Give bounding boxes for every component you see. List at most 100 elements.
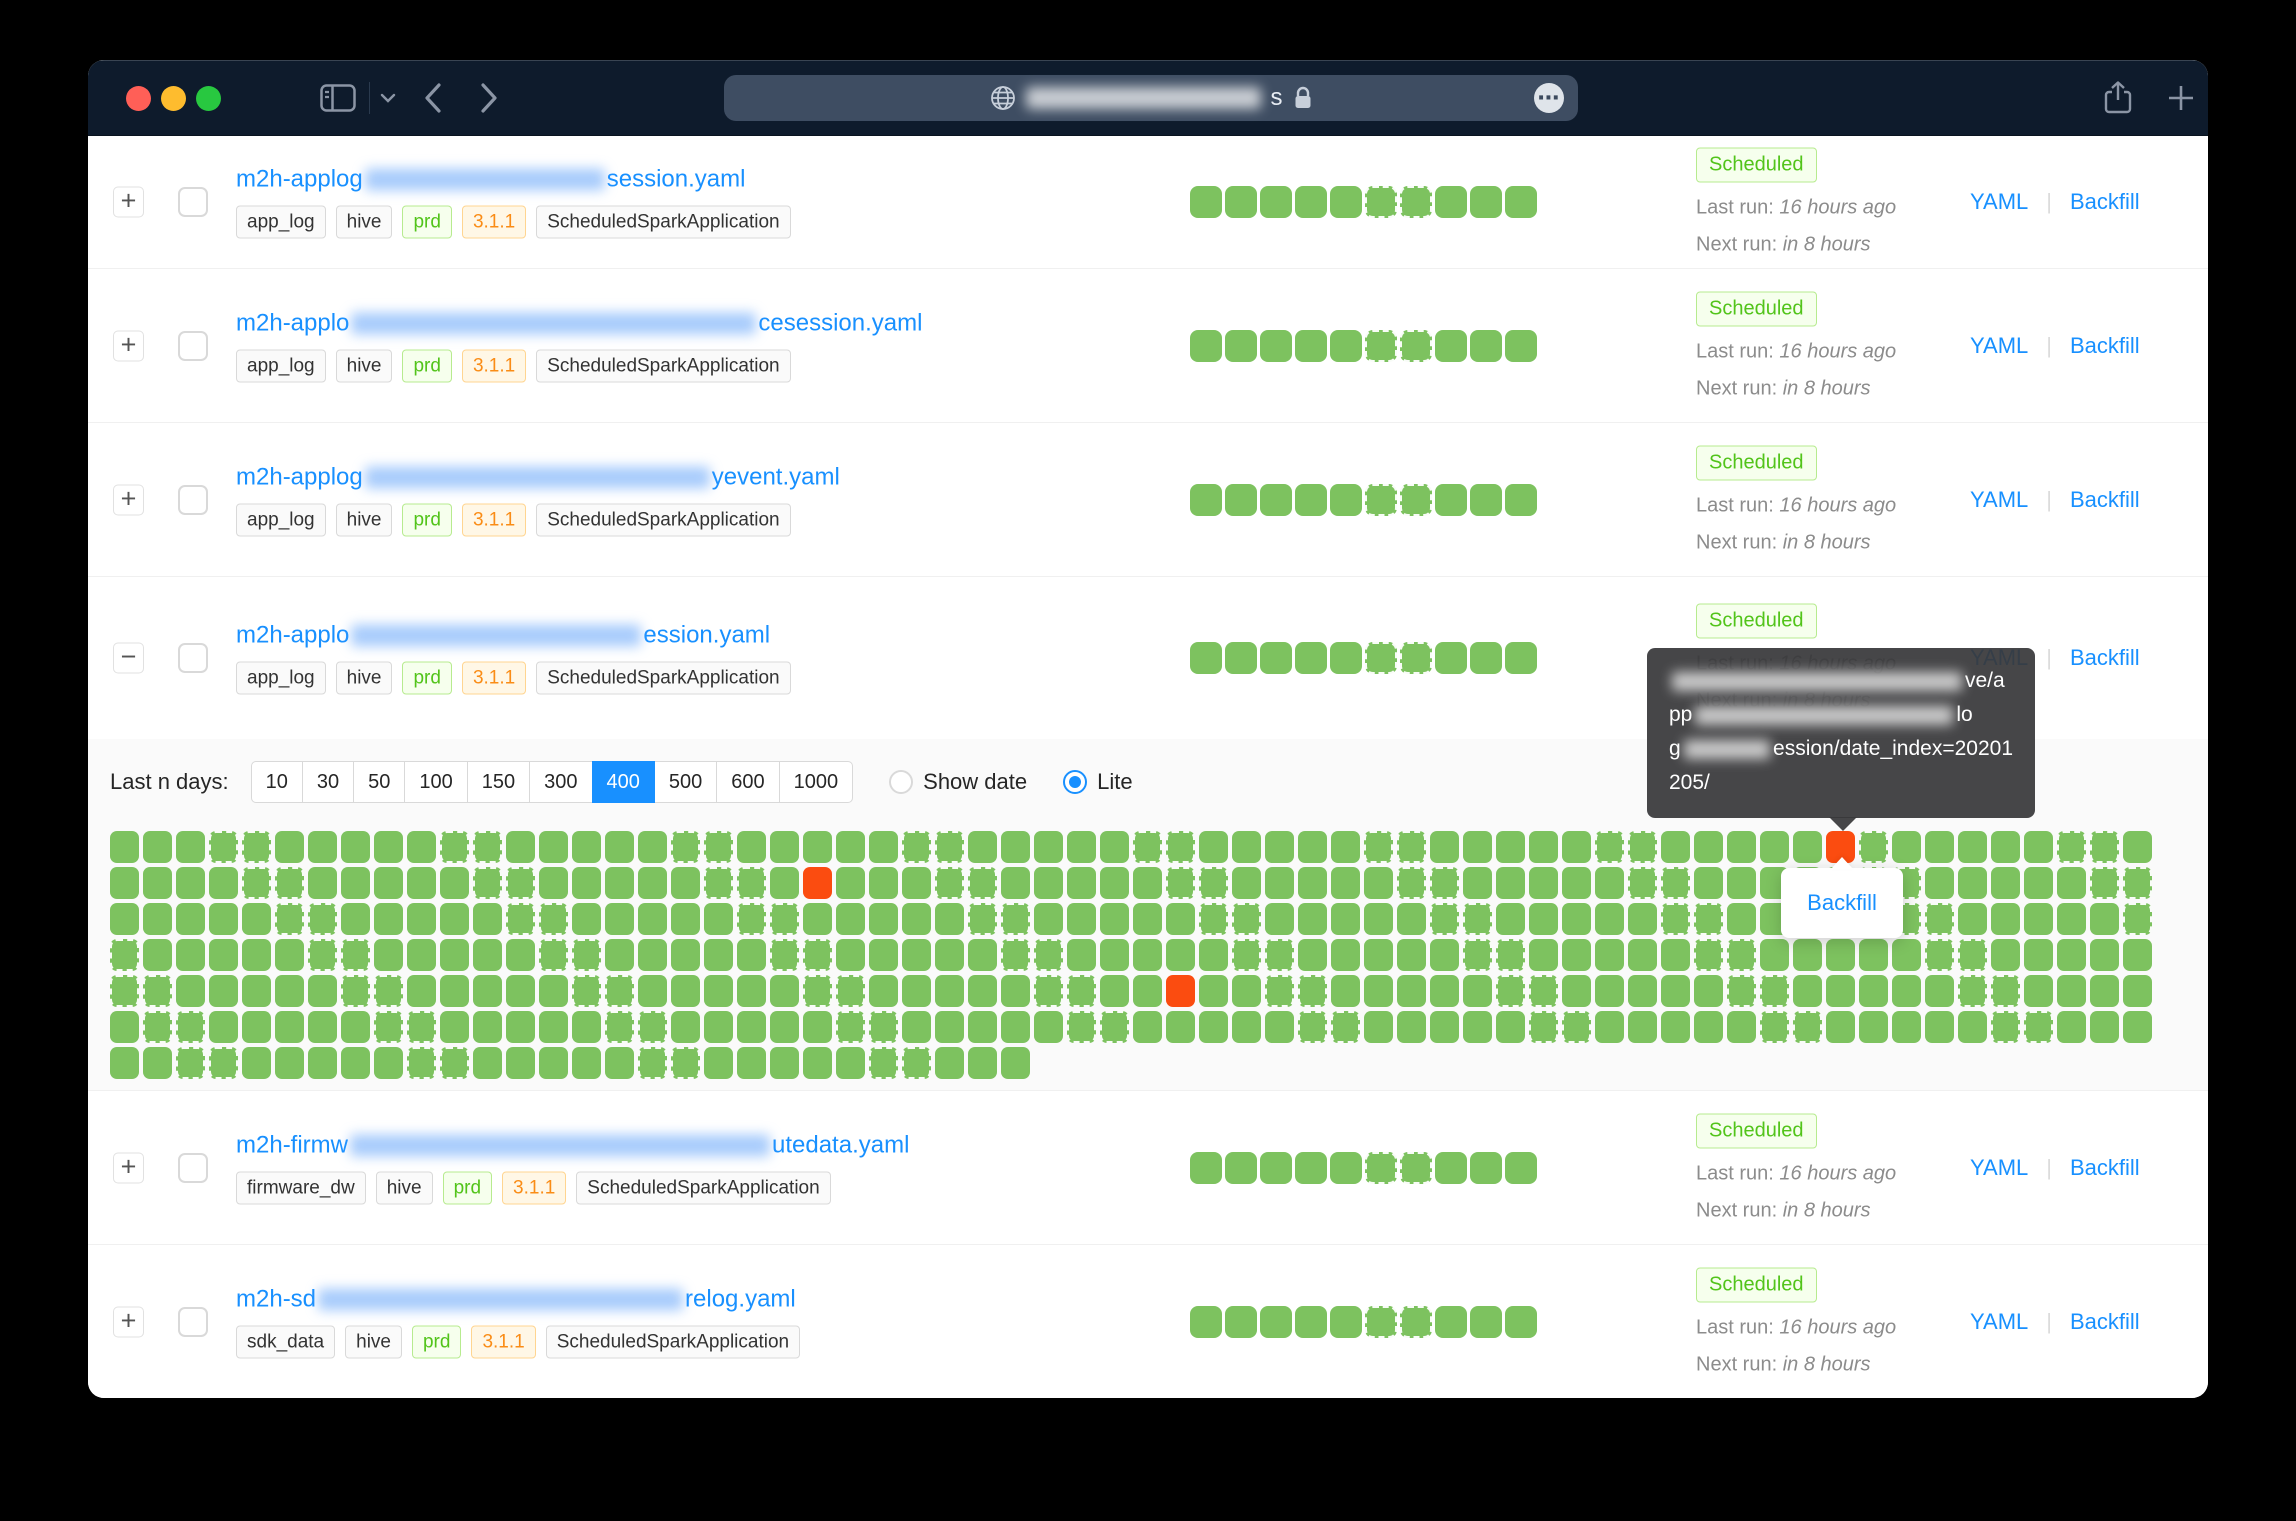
- day-option-150[interactable]: 150: [467, 761, 530, 803]
- file-link[interactable]: m2h-applogyevent.yaml: [236, 463, 840, 491]
- heatmap-day-cell[interactable]: [638, 831, 667, 863]
- day-cell[interactable]: [1190, 186, 1222, 218]
- heatmap-day-cell[interactable]: [341, 939, 370, 971]
- heatmap-day-cell[interactable]: [935, 867, 964, 899]
- heatmap-day-cell[interactable]: [1925, 975, 1954, 1007]
- file-link[interactable]: m2h-sdrelog.yaml: [236, 1285, 800, 1313]
- heatmap-day-cell[interactable]: [440, 939, 469, 971]
- heatmap-day-cell[interactable]: [1265, 939, 1294, 971]
- heatmap-day-cell[interactable]: [1529, 975, 1558, 1007]
- heatmap-day-cell[interactable]: [737, 867, 766, 899]
- heatmap-day-cell[interactable]: [968, 831, 997, 863]
- heatmap-day-cell[interactable]: [407, 975, 436, 1007]
- heatmap-day-cell[interactable]: [341, 831, 370, 863]
- heatmap-day-cell[interactable]: [440, 1011, 469, 1043]
- heatmap-day-cell[interactable]: [1232, 1011, 1261, 1043]
- backfill-link[interactable]: Backfill: [2070, 487, 2140, 513]
- heatmap-day-cell[interactable]: [1562, 903, 1591, 935]
- yaml-link[interactable]: YAML: [1970, 487, 2028, 513]
- heatmap-day-cell[interactable]: [1760, 939, 1789, 971]
- row-checkbox[interactable]: [178, 1307, 208, 1337]
- heatmap-day-cell[interactable]: [2123, 867, 2152, 899]
- day-cell[interactable]: [1295, 186, 1327, 218]
- heatmap-day-cell[interactable]: [836, 867, 865, 899]
- heatmap-day-cell[interactable]: [1595, 903, 1624, 935]
- heatmap-day-cell[interactable]: [407, 831, 436, 863]
- heatmap-day-cell[interactable]: [671, 939, 700, 971]
- day-cell[interactable]: [1295, 1306, 1327, 1338]
- heatmap-day-cell[interactable]: [209, 867, 238, 899]
- heatmap-day-cell[interactable]: [1166, 831, 1195, 863]
- heatmap-day-cell[interactable]: [1430, 1011, 1459, 1043]
- expand-row-button[interactable]: +: [113, 1152, 144, 1183]
- heatmap-day-cell[interactable]: [1991, 867, 2020, 899]
- heatmap-day-cell[interactable]: [506, 975, 535, 1007]
- heatmap-day-cell[interactable]: [704, 1011, 733, 1043]
- zoom-window-button[interactable]: [196, 86, 221, 111]
- row-checkbox[interactable]: [178, 187, 208, 217]
- heatmap-day-cell[interactable]: [341, 1011, 370, 1043]
- heatmap-day-cell[interactable]: [1628, 939, 1657, 971]
- heatmap-day-cell[interactable]: [2090, 1011, 2119, 1043]
- heatmap-day-cell[interactable]: [1331, 831, 1360, 863]
- heatmap-day-cell[interactable]: [1892, 1011, 1921, 1043]
- day-cell[interactable]: [1295, 330, 1327, 362]
- day-cell[interactable]: [1295, 484, 1327, 516]
- day-cell[interactable]: [1260, 1152, 1292, 1184]
- heatmap-day-cell[interactable]: [176, 867, 205, 899]
- day-cell[interactable]: [1225, 642, 1257, 674]
- heatmap-day-cell[interactable]: [1694, 903, 1723, 935]
- heatmap-day-cell[interactable]: [1661, 831, 1690, 863]
- day-cell[interactable]: [1505, 1306, 1537, 1338]
- heatmap-day-cell[interactable]: [1397, 1011, 1426, 1043]
- heatmap-day-cell[interactable]: [1826, 1011, 1855, 1043]
- heatmap-day-cell[interactable]: [605, 939, 634, 971]
- heatmap-day-cell[interactable]: [143, 831, 172, 863]
- day-cell[interactable]: [1225, 186, 1257, 218]
- heatmap-day-cell[interactable]: [1958, 831, 1987, 863]
- heatmap-day-cell[interactable]: [770, 975, 799, 1007]
- day-cell[interactable]: [1400, 186, 1432, 218]
- heatmap-day-cell[interactable]: [902, 867, 931, 899]
- heatmap-day-cell[interactable]: [1925, 867, 1954, 899]
- heatmap-day-cell[interactable]: [1958, 903, 1987, 935]
- heatmap-day-cell[interactable]: [209, 903, 238, 935]
- back-button[interactable]: [422, 81, 444, 115]
- heatmap-day-cell[interactable]: [1133, 867, 1162, 899]
- heatmap-day-cell[interactable]: [605, 1011, 634, 1043]
- heatmap-day-cell[interactable]: [1331, 903, 1360, 935]
- heatmap-day-cell[interactable]: [1694, 939, 1723, 971]
- heatmap-day-cell[interactable]: [1067, 903, 1096, 935]
- yaml-link[interactable]: YAML: [1970, 1309, 2028, 1335]
- day-cell[interactable]: [1330, 1306, 1362, 1338]
- day-cell[interactable]: [1330, 484, 1362, 516]
- heatmap-day-cell[interactable]: [1925, 903, 1954, 935]
- heatmap-day-cell[interactable]: [836, 1011, 865, 1043]
- heatmap-day-cell[interactable]: [1496, 831, 1525, 863]
- day-cell[interactable]: [1435, 484, 1467, 516]
- heatmap-day-cell[interactable]: [539, 831, 568, 863]
- heatmap-day-cell[interactable]: [1760, 975, 1789, 1007]
- heatmap-day-cell[interactable]: [176, 1011, 205, 1043]
- heatmap-day-cell[interactable]: [1991, 975, 2020, 1007]
- day-cell[interactable]: [1225, 1306, 1257, 1338]
- day-cell[interactable]: [1400, 1306, 1432, 1338]
- heatmap-day-cell[interactable]: [1529, 1011, 1558, 1043]
- heatmap-day-cell[interactable]: [1430, 831, 1459, 863]
- heatmap-day-cell[interactable]: [473, 975, 502, 1007]
- heatmap-day-cell[interactable]: [1265, 1011, 1294, 1043]
- day-cell[interactable]: [1505, 186, 1537, 218]
- heatmap-day-cell[interactable]: [1232, 975, 1261, 1007]
- heatmap-day-cell[interactable]: [506, 831, 535, 863]
- heatmap-day-cell[interactable]: [671, 867, 700, 899]
- heatmap-day-cell[interactable]: [572, 939, 601, 971]
- expand-row-button[interactable]: +: [113, 1306, 144, 1337]
- heatmap-day-cell[interactable]: [407, 903, 436, 935]
- heatmap-day-cell[interactable]: [2024, 903, 2053, 935]
- heatmap-day-cell[interactable]: [1133, 975, 1162, 1007]
- heatmap-day-cell[interactable]: [1727, 831, 1756, 863]
- heatmap-day-cell[interactable]: [935, 975, 964, 1007]
- heatmap-day-cell[interactable]: [1298, 867, 1327, 899]
- heatmap-day-cell[interactable]: [605, 903, 634, 935]
- heatmap-day-cell[interactable]: [1562, 1011, 1591, 1043]
